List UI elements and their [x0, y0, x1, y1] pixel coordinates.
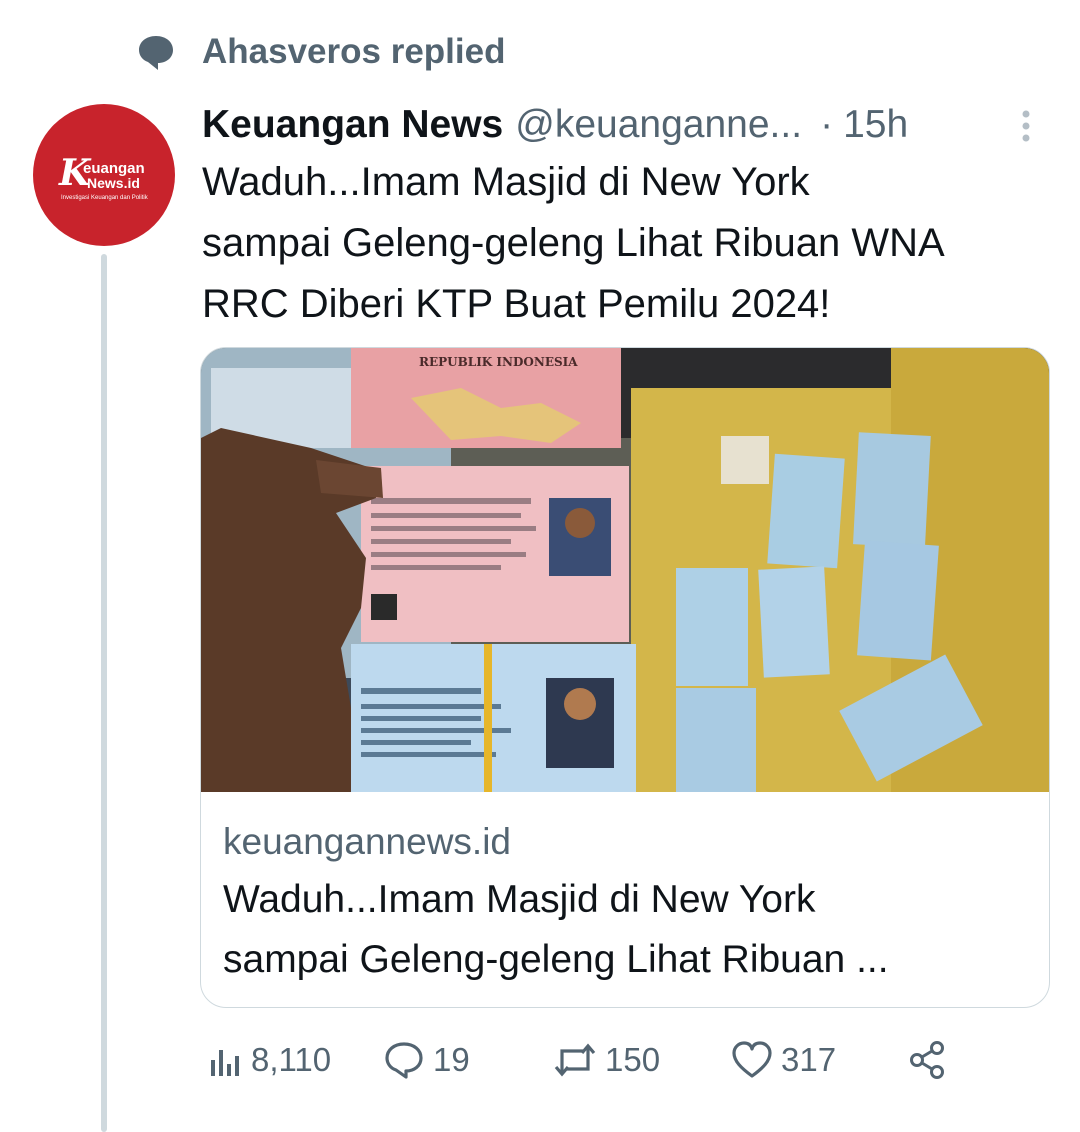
tweet-time[interactable]: 15h	[843, 103, 908, 147]
more-options-icon[interactable]	[1014, 106, 1038, 146]
chat-bubble-icon	[136, 32, 176, 72]
reply-context[interactable]: Ahasveros replied	[136, 28, 505, 76]
views-button[interactable]: 8,110	[207, 1035, 331, 1085]
tweet-header: Keuangan News @keuanganne... · 15h	[202, 98, 1052, 152]
tweet-text: Waduh...Imam Masjid di New York sampai G…	[202, 152, 1052, 335]
link-card[interactable]: REPUBLIK INDONESIA keuangannews.id Waduh…	[200, 347, 1050, 1008]
retweet-button[interactable]: 150	[553, 1035, 660, 1085]
retweet-count: 150	[605, 1041, 661, 1078]
share-button[interactable]	[907, 1035, 947, 1085]
views-icon	[211, 1050, 239, 1076]
author-name[interactable]: Keuangan News	[202, 103, 503, 147]
ktp-header-text: REPUBLIK INDONESIA	[419, 355, 578, 369]
share-icon	[910, 1041, 944, 1079]
avatar[interactable]: K euangan News.id Investigasi Keuangan d…	[33, 104, 175, 246]
action-bar: 8,110 19 150 317	[207, 1035, 967, 1085]
reply-button[interactable]: 19	[383, 1035, 470, 1085]
like-count: 317	[781, 1041, 837, 1078]
card-image[interactable]: REPUBLIK INDONESIA	[201, 348, 1049, 792]
author-handle[interactable]: @keuanganne...	[515, 103, 802, 147]
tweet-text-line: RRC Diberi KTP Buat Pemilu 2024!	[202, 282, 831, 326]
card-title-line: sampai Geleng-geleng Lihat Ribuan ...	[223, 938, 889, 981]
reply-context-text: Ahasveros replied	[202, 32, 506, 71]
views-count: 8,110	[251, 1041, 332, 1078]
blue-ktp	[351, 644, 636, 792]
reply-count: 19	[433, 1041, 470, 1078]
avatar-logo-word-2: News.id	[87, 175, 140, 191]
like-button[interactable]: 317	[731, 1035, 836, 1085]
card-title-line: Waduh...Imam Masjid di New York	[223, 878, 816, 921]
card-title: Waduh...Imam Masjid di New York sampai G…	[223, 870, 1023, 990]
reply-icon	[385, 1042, 423, 1079]
tweet-text-line: Waduh...Imam Masjid di New York	[202, 160, 810, 204]
separator-dot: ·	[820, 103, 834, 146]
thread-line	[101, 254, 107, 1132]
tweet-text-line: sampai Geleng-geleng Lihat Ribuan WNA	[202, 221, 945, 265]
pink-ktp: REPUBLIK INDONESIA	[351, 348, 629, 642]
heart-icon	[732, 1041, 772, 1078]
card-domain: keuangannews.id	[223, 821, 511, 862]
avatar-logo-tagline: Investigasi Keuangan dan Politik	[61, 195, 148, 201]
retweet-icon	[554, 1043, 596, 1077]
